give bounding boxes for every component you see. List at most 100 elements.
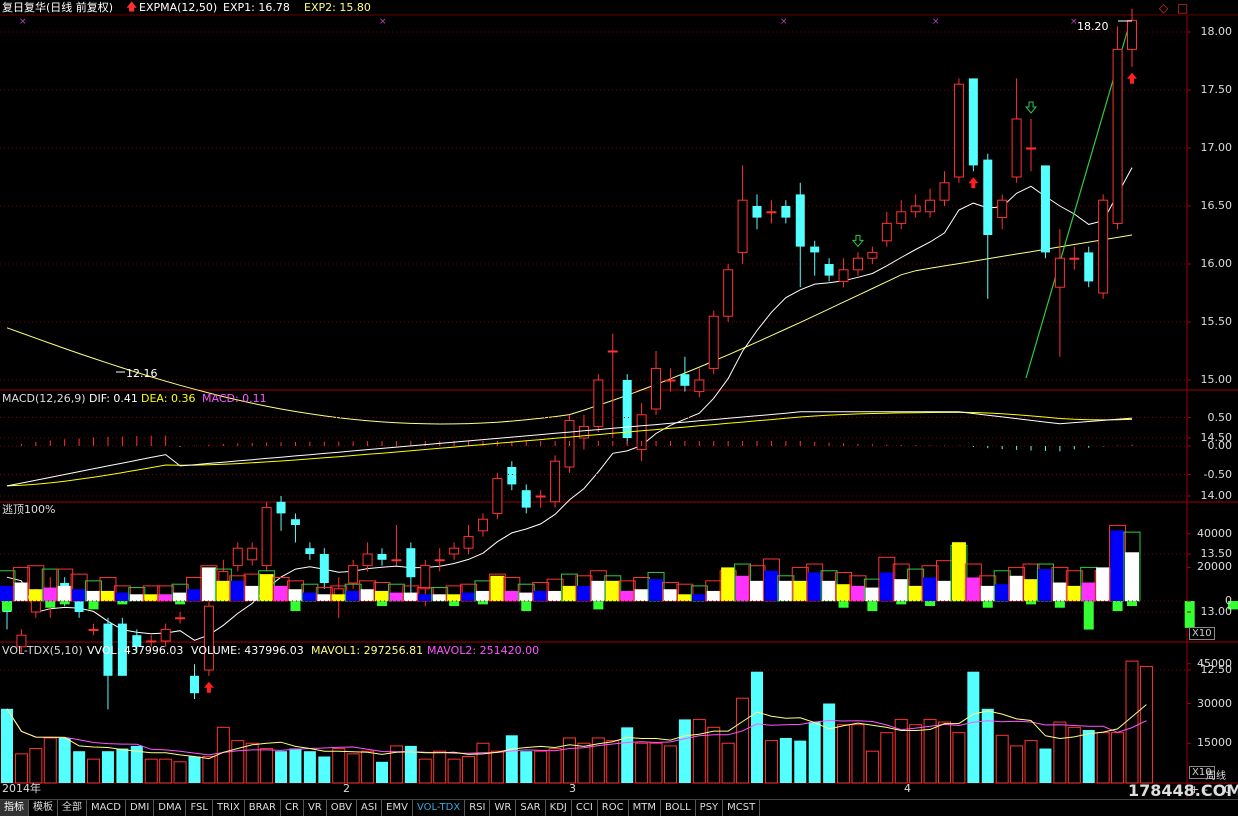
- tab-boll[interactable]: BOLL: [661, 800, 696, 816]
- candle-body: [737, 199, 748, 253]
- escape-inner-bar: [894, 579, 909, 601]
- tab-fsl[interactable]: FSL: [186, 800, 213, 816]
- tab-模板[interactable]: 模板: [29, 800, 58, 816]
- tab-cr[interactable]: CR: [281, 800, 304, 816]
- volume-bar: [87, 758, 101, 784]
- tab-trix[interactable]: TRIX: [213, 800, 245, 816]
- volume-bar: [764, 740, 778, 784]
- escape-inner-bar: [274, 585, 289, 601]
- tab-psy[interactable]: PSY: [696, 800, 724, 816]
- price-axis-label: 17.50: [1200, 83, 1233, 96]
- chart-canvas[interactable]: × × × × ×: [0, 0, 1238, 815]
- volume-bar: [520, 751, 533, 783]
- escape-inner-bar: [721, 567, 736, 601]
- tab-emv[interactable]: EMV: [382, 800, 413, 816]
- sell-signal-icon: [851, 234, 865, 248]
- candle-body: [406, 548, 416, 578]
- price-axis-label: 15.50: [1200, 315, 1233, 328]
- escape-negative-bar: [1026, 601, 1037, 605]
- candle-body: [852, 257, 863, 271]
- expma-indicator-name[interactable]: EXPMA(12,50): [139, 1, 217, 15]
- escape-inner-bar: [28, 589, 43, 601]
- candle-body: [867, 251, 878, 259]
- candle-body: [665, 379, 676, 382]
- candle-body: [507, 467, 517, 485]
- escape-title[interactable]: 逃顶100%: [2, 503, 55, 517]
- tab-vol-tdx[interactable]: VOL-TDX: [413, 800, 466, 816]
- volume-bar: [779, 737, 792, 783]
- tab-rsi[interactable]: RSI: [465, 800, 491, 816]
- tab-asi[interactable]: ASI: [357, 800, 383, 816]
- diamond-icon[interactable]: ◇: [1159, 1, 1168, 15]
- candle-body: [1127, 19, 1137, 50]
- indicator-tab-bar: 指标 模板 全部 MACD DMI DMA FSL TRIX BRAR CR VR OBV ASI EMV…: [0, 799, 1238, 816]
- tab-wr[interactable]: WR: [490, 800, 517, 816]
- candle-body: [939, 182, 950, 201]
- tab-vr[interactable]: VR: [304, 800, 327, 816]
- volume-bar: [116, 748, 129, 783]
- volume-bar: [938, 721, 951, 784]
- escape-inner-bar: [937, 580, 952, 601]
- escape-inner-bar: [778, 580, 793, 601]
- tab-sar[interactable]: SAR: [516, 800, 546, 816]
- tab-kdj[interactable]: KDJ: [546, 800, 572, 816]
- tab-指标[interactable]: 指标: [0, 800, 29, 816]
- macd-dea-value: DEA: 0.36: [141, 392, 196, 405]
- up-arrow-icon: 🡅: [126, 0, 138, 13]
- macd-title[interactable]: MACD(12,26,9): [2, 392, 86, 406]
- candle-body: [838, 269, 849, 282]
- tab-mcst[interactable]: MCST: [723, 800, 761, 816]
- tab-dmi[interactable]: DMI: [126, 800, 155, 816]
- escape-inner-bar: [0, 585, 14, 601]
- vol-title[interactable]: VOL-TDX(5,10): [2, 644, 83, 658]
- escape-inner-bar: [995, 584, 1010, 601]
- vol-mavol2-value: MAVOL2: 251420.00: [427, 644, 540, 657]
- tab-全部[interactable]: 全部: [58, 800, 87, 816]
- tab-roc[interactable]: ROC: [598, 800, 629, 816]
- volume-bar: [275, 751, 288, 783]
- window-box-icon[interactable]: □: [1177, 1, 1188, 15]
- escape-inner-bar: [86, 590, 101, 601]
- candle-body: [708, 315, 719, 369]
- tab-obv[interactable]: OBV: [327, 800, 357, 816]
- escape-inner-bar: [461, 592, 476, 601]
- macd-axis-label: 0.50: [1207, 410, 1233, 424]
- macd-axis-label: -0.50: [1203, 467, 1232, 481]
- candle-body: [477, 518, 488, 532]
- tab-cci[interactable]: CCI: [572, 800, 598, 816]
- stock-chart-window[interactable]: × × × × × 复日复华(日线 前复权) 🡅 EXPMA(12,50) EXP1: …: [0, 0, 1238, 816]
- volume-bar: [794, 740, 807, 783]
- candle-body: [1084, 252, 1094, 282]
- escape-negative-bar: [521, 601, 532, 612]
- tab-brar[interactable]: BRAR: [245, 800, 281, 816]
- escape-inner-bar: [1081, 582, 1096, 601]
- volume-bar: [1125, 660, 1139, 784]
- volume-bar: [159, 758, 173, 784]
- volume-bar: [173, 761, 187, 784]
- candle-body: [377, 554, 387, 560]
- escape-inner-bar: [259, 574, 274, 601]
- escape-inner-bar: [245, 585, 260, 601]
- volume-bar: [462, 756, 476, 784]
- volume-bar: [606, 740, 620, 784]
- tab-mtm[interactable]: MTM: [629, 800, 661, 816]
- escape-inner-bar: [576, 585, 591, 601]
- escape-negative-bar: [175, 601, 186, 605]
- tab-macd[interactable]: MACD: [87, 800, 126, 816]
- escape-inner-bar: [822, 580, 837, 601]
- escape-inner-bar: [966, 577, 981, 601]
- escape-inner-bar: [216, 580, 231, 601]
- escape-negative-bar: [896, 601, 907, 605]
- escape-inner-bar: [43, 587, 58, 601]
- escape-inner-bar: [317, 594, 332, 601]
- candle-body: [983, 159, 993, 235]
- volume-bar: [967, 671, 980, 783]
- macd-axis-label: 0.00: [1207, 439, 1233, 452]
- escape-inner-bar: [14, 582, 29, 601]
- escape-inner-bar: [201, 567, 216, 601]
- escape-inner-bar: [836, 584, 851, 601]
- escape-inner-bar: [591, 580, 606, 601]
- tab-dma[interactable]: DMA: [154, 800, 187, 816]
- escape-inner-bar: [302, 592, 317, 601]
- escape-inner-bar: [375, 590, 389, 601]
